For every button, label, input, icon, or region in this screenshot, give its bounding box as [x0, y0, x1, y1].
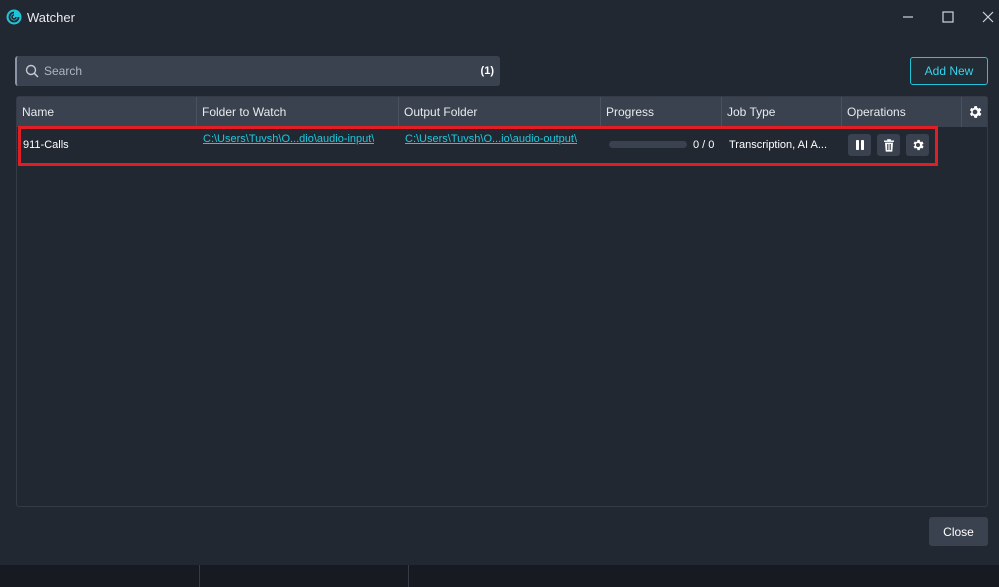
gear-icon [913, 139, 924, 151]
output-folder-cell: C:\Users\Tuvsh\O...io\audio-output\ [405, 121, 577, 157]
maximize-button[interactable] [933, 5, 963, 29]
delete-button[interactable] [877, 134, 900, 156]
job-type-cell: Transcription, AI A... [729, 139, 828, 151]
row-name: 911-Calls [23, 139, 69, 151]
add-new-button[interactable]: Add New [910, 57, 988, 85]
pause-icon [855, 140, 864, 150]
output-folder-link[interactable]: C:\Users\Tuvsh\O...io\audio-output\ [405, 133, 577, 145]
search-input[interactable] [44, 56, 464, 86]
minimize-icon [903, 16, 913, 18]
bottom-strip [0, 565, 999, 587]
progress-bar [609, 141, 687, 148]
window-title: Watcher [27, 10, 75, 25]
trash-icon [883, 138, 894, 152]
maximize-icon [942, 11, 954, 23]
strip-divider [408, 565, 409, 587]
search-result-count: (1) [480, 65, 494, 77]
search-icon [25, 64, 39, 78]
column-header-name[interactable]: Name [17, 97, 197, 127]
row-settings-button[interactable] [906, 134, 929, 156]
watcher-table: Name Folder to Watch Output Folder Progr… [16, 96, 988, 507]
column-header-operations[interactable]: Operations [842, 97, 962, 127]
folder-to-watch-link[interactable]: C:\Users\Tuvsh\O...dio\audio-input\ [203, 133, 374, 145]
progress-text: 0 / 0 [693, 139, 715, 151]
columns-settings-button[interactable] [963, 97, 987, 127]
close-window-button[interactable] [973, 5, 999, 29]
table-row[interactable]: 911-Calls C:\Users\Tuvsh\O...dio\audio-i… [17, 127, 937, 163]
folder-to-watch-cell: C:\Users\Tuvsh\O...dio\audio-input\ [203, 121, 374, 157]
minimize-button[interactable] [893, 5, 923, 29]
close-icon [982, 11, 994, 23]
gear-icon [969, 106, 982, 118]
column-header-job-type[interactable]: Job Type [722, 97, 842, 127]
search-bar[interactable]: (1) [15, 56, 500, 86]
strip-divider [199, 565, 200, 587]
title-bar: Watcher [0, 0, 999, 34]
close-button[interactable]: Close [929, 517, 988, 546]
watcher-logo-icon [6, 9, 22, 25]
column-header-progress[interactable]: Progress [601, 97, 722, 127]
pause-button[interactable] [848, 134, 871, 156]
